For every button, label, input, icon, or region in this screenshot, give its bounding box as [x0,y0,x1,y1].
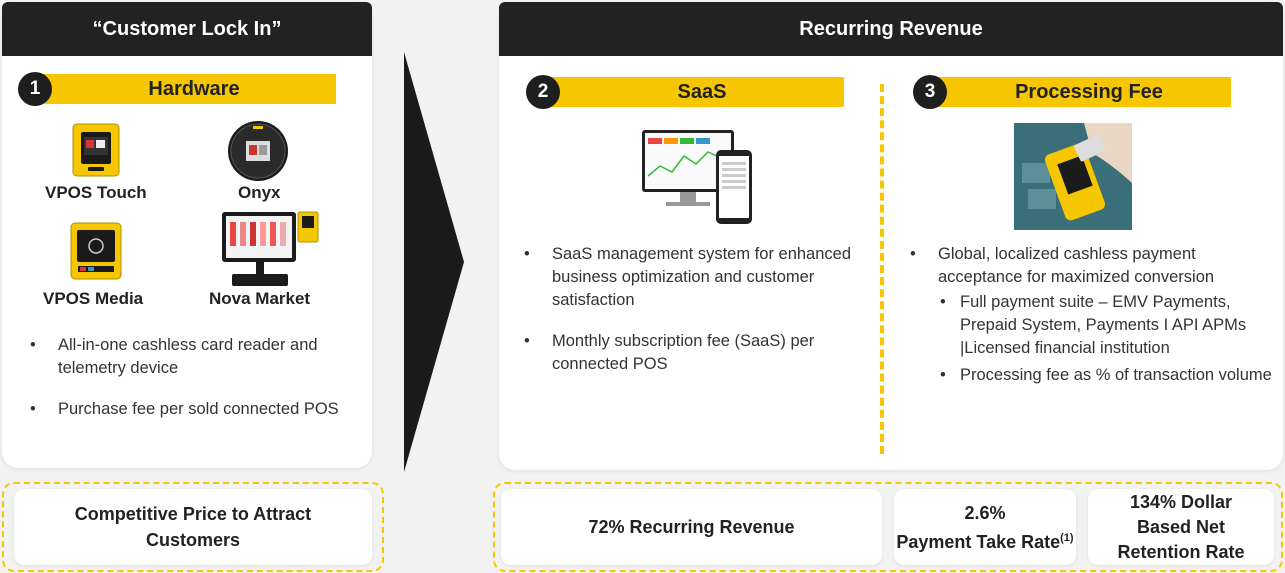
processing-sub-bullets: Full payment suite – EMV Payments, Prepa… [938,291,1276,387]
sub-list-item: Full payment suite – EMV Payments, Prepa… [938,291,1276,360]
nova-market-label: Nova Market [209,289,311,308]
column-divider [880,84,884,454]
list-item: All-in-one cashless card reader and tele… [24,334,356,380]
saas-dashboard-image [640,126,756,226]
badge-title: Processing Fee [933,77,1231,107]
take-rate-label-line: Payment Take Rate(1) [896,526,1073,554]
badge-number: 1 [18,72,52,106]
hardware-badge: 1 Hardware [18,72,336,106]
take-rate-footnote: (1) [1060,532,1074,544]
vpos-touch-device-image [72,123,120,177]
take-rate-label: Payment Take Rate [896,532,1061,552]
saas-badge: 2 SaaS [526,75,844,109]
vpos-touch-label: VPOS Touch [45,183,147,202]
processing-bullets: Global, localized cashless payment accep… [904,243,1276,405]
card-payment-photo [1014,123,1132,230]
customer-lock-in-header: “Customer Lock In” [2,2,372,56]
retention-label-2: Retention Rate [1117,541,1245,562]
competitive-price-box: Competitive Price to Attract Customers [14,489,372,565]
list-item: Global, localized cashless payment accep… [904,243,1276,387]
nova-market-device-image [218,210,320,288]
badge-number: 2 [526,75,560,109]
net-retention-metric: 134% Dollar Based Net Retention Rate [1088,489,1274,565]
payment-take-rate-metric: 2.6% Payment Take Rate(1) [894,489,1076,565]
recurring-revenue-metric: 72% Recurring Revenue [501,489,882,565]
vpos-media-label: VPOS Media [43,289,144,308]
onyx-label: Onyx [238,183,281,202]
saas-bullets: SaaS management system for enhanced busi… [518,243,858,394]
retention-value: 134% Dollar [1129,491,1233,512]
arrow-chevron [404,52,464,472]
sub-list-item: Processing fee as % of transaction volum… [938,364,1276,387]
processing-fee-badge: 3 Processing Fee [913,75,1231,109]
vpos-media-device-image [70,222,122,280]
list-item: SaaS management system for enhanced busi… [518,243,858,312]
onyx-device-image [226,120,290,182]
hardware-bullets: All-in-one cashless card reader and tele… [24,334,356,439]
badge-number: 3 [913,75,947,109]
list-item: Monthly subscription fee (SaaS) per conn… [518,330,858,376]
list-item: Purchase fee per sold connected POS [24,398,356,421]
badge-title: SaaS [546,77,844,107]
take-rate-value: 2.6% [964,503,1006,523]
recurring-revenue-header: Recurring Revenue [499,2,1283,56]
retention-label-1: Based Net [1136,516,1226,537]
processing-bullet-text: Global, localized cashless payment accep… [938,245,1215,286]
badge-title: Hardware [38,74,336,104]
